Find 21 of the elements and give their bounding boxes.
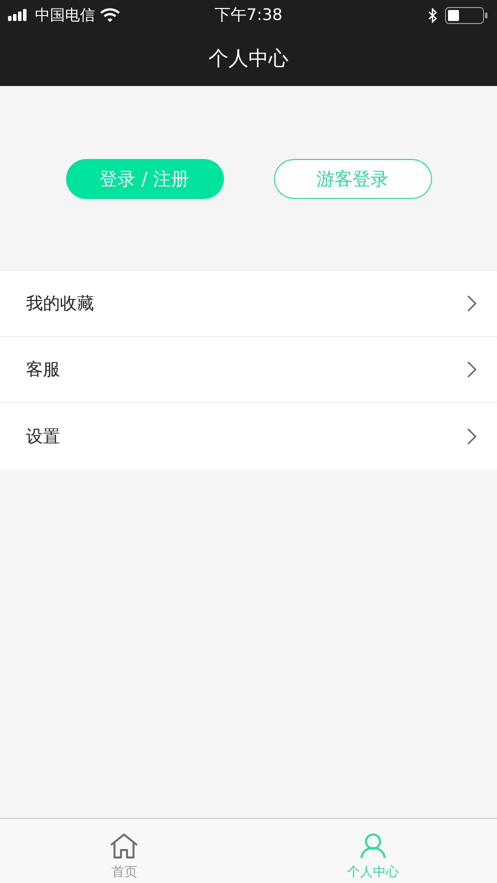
bluetooth-icon [428, 8, 437, 22]
wifi-icon [100, 8, 120, 22]
menu-label: 客服 [26, 359, 60, 381]
person-icon [360, 833, 386, 859]
tab-item[interactable]: 个人中心 [248, 819, 497, 883]
login-button[interactable]: 登录 / 注册 [66, 158, 224, 198]
menu-label: 设置 [26, 426, 60, 448]
home-icon [109, 833, 140, 859]
chevron-icon [467, 428, 477, 444]
menu-item[interactable]: 设置 [0, 403, 497, 469]
battery-icon [445, 6, 489, 24]
chevron-icon [467, 361, 477, 378]
menu-item[interactable]: 客服 [0, 337, 497, 403]
tab-item[interactable]: 首页 [0, 819, 248, 883]
guest-login-button[interactable]: 游客登录 [274, 158, 432, 198]
menu-label: 我的收藏 [26, 293, 94, 315]
carrier-name: 中国电信 [35, 6, 95, 24]
page-title: 个人中心 [208, 44, 288, 72]
chevron-icon [467, 295, 477, 312]
status-time: 下午7:38 [214, 4, 284, 26]
menu-item[interactable]: 我的收藏 [0, 271, 497, 337]
